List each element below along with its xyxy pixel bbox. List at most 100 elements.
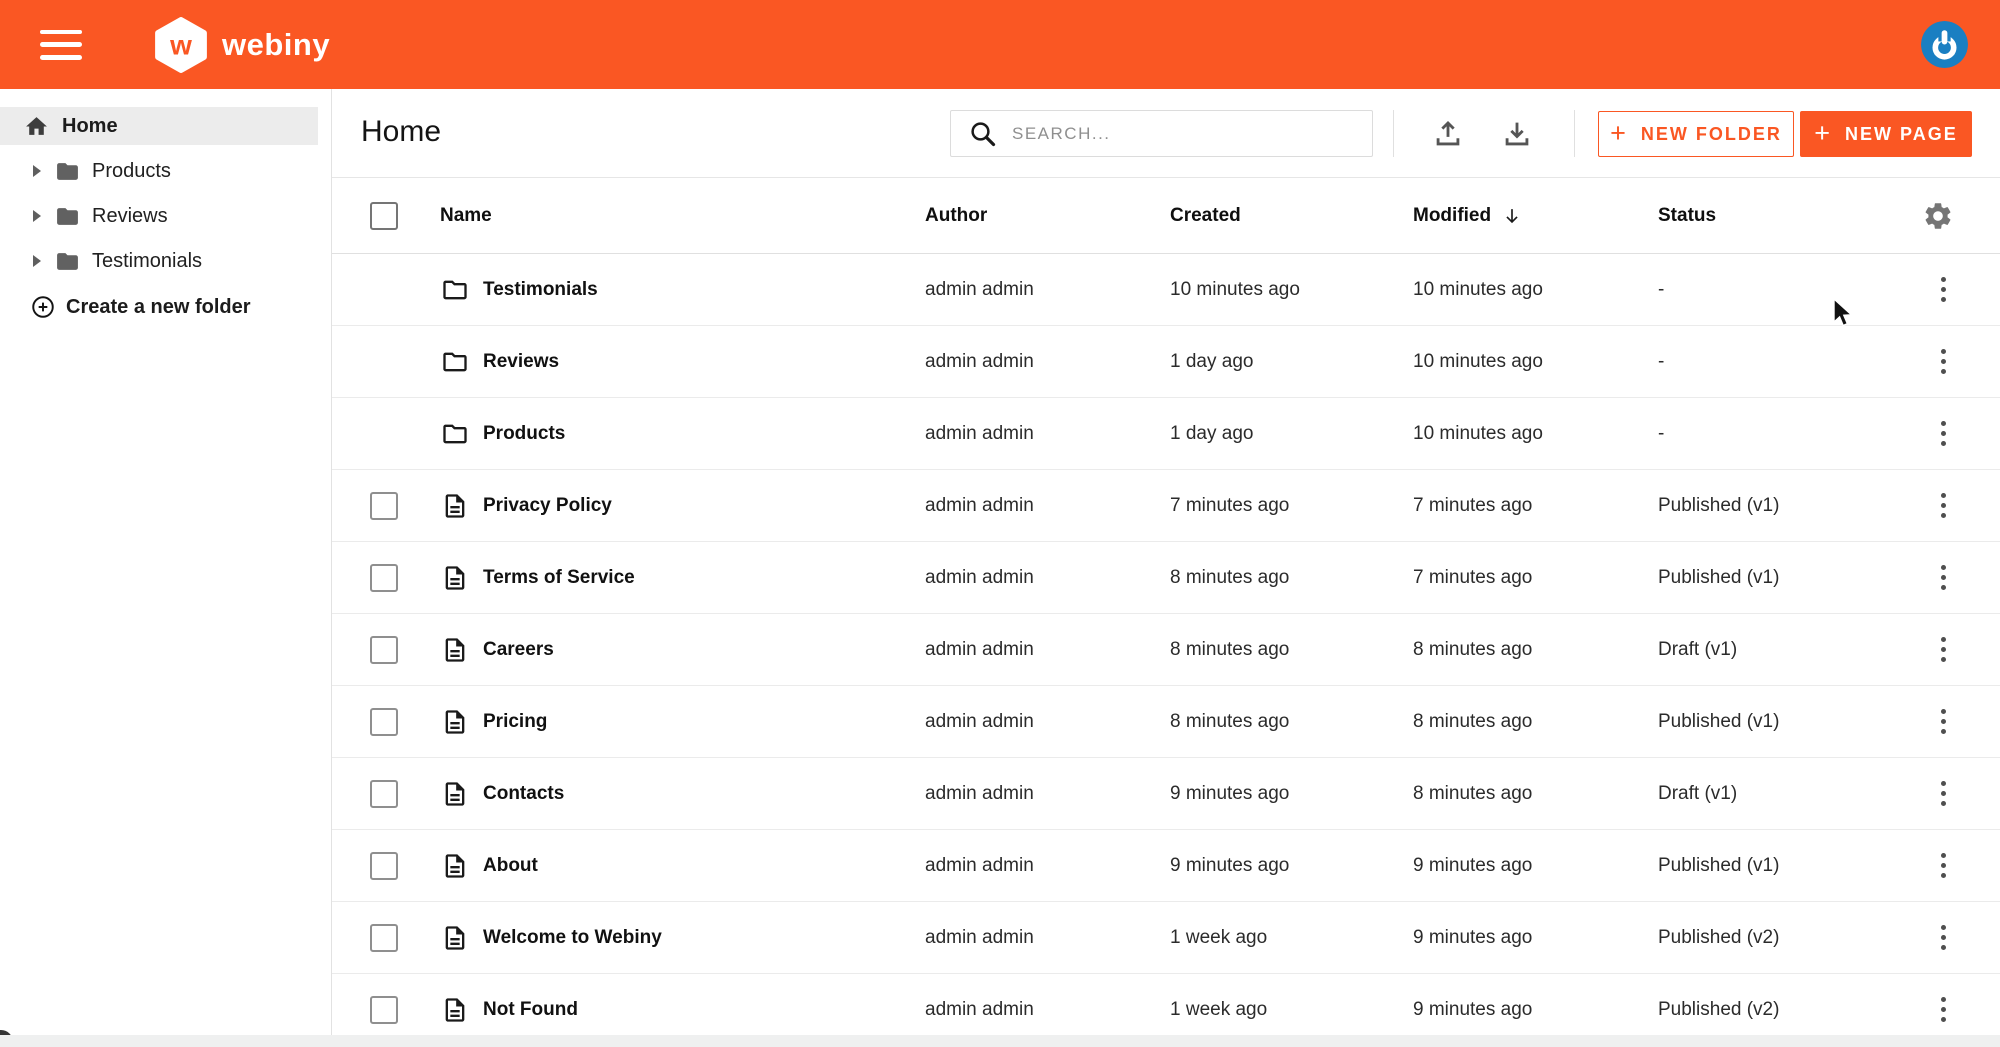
sidebar-item-home[interactable]: Home — [0, 107, 318, 145]
row-author: admin admin — [925, 927, 1034, 949]
chevron-right-icon[interactable] — [33, 210, 41, 222]
row-menu-button[interactable] — [1930, 994, 1956, 1026]
column-header-author[interactable]: Author — [925, 205, 987, 227]
brand-wordmark: webiny — [222, 27, 330, 63]
row-checkbox[interactable] — [370, 852, 398, 880]
row-menu-button[interactable] — [1930, 490, 1956, 522]
table-row-page[interactable]: Welcome to Webiny admin admin 1 week ago… — [332, 902, 2000, 974]
row-checkbox[interactable] — [370, 780, 398, 808]
row-created: 8 minutes ago — [1170, 639, 1289, 661]
table-header: Name Author Created Modified Status — [332, 177, 2000, 254]
table-row-page[interactable]: Not Found admin admin 1 week ago 9 minut… — [332, 974, 2000, 1035]
row-modified: 10 minutes ago — [1413, 423, 1543, 445]
row-checkbox[interactable] — [370, 636, 398, 664]
table-row-page[interactable]: About admin admin 9 minutes ago 9 minute… — [332, 830, 2000, 902]
row-menu-button[interactable] — [1930, 346, 1956, 378]
export-button[interactable] — [1499, 117, 1535, 151]
main-content: Home + NEW FOLDER + NEW PAGE Name Author… — [332, 89, 2000, 1035]
row-name[interactable]: Reviews — [483, 351, 559, 373]
row-name[interactable]: Careers — [483, 639, 554, 661]
new-folder-button-label: NEW FOLDER — [1641, 124, 1782, 145]
row-checkbox[interactable] — [370, 708, 398, 736]
column-header-status[interactable]: Status — [1658, 205, 1716, 227]
row-checkbox[interactable] — [370, 924, 398, 952]
row-name[interactable]: Terms of Service — [483, 567, 635, 589]
new-page-button[interactable]: + NEW PAGE — [1800, 111, 1972, 157]
circle-plus-icon — [30, 294, 56, 320]
page-icon — [441, 924, 469, 952]
row-name[interactable]: Contacts — [483, 783, 564, 805]
create-new-folder-button[interactable]: Create a new folder — [0, 288, 318, 326]
column-header-modified-label: Modified — [1413, 205, 1491, 227]
table-row-folder[interactable]: Testimonials admin admin 10 minutes ago … — [332, 254, 2000, 326]
table-row-page[interactable]: Pricing admin admin 8 minutes ago 8 minu… — [332, 686, 2000, 758]
page-title: Home — [361, 115, 441, 149]
row-author: admin admin — [925, 999, 1034, 1021]
row-checkbox[interactable] — [370, 996, 398, 1024]
page-icon — [441, 492, 469, 520]
menu-icon[interactable] — [40, 30, 82, 60]
table-row-page[interactable]: Contacts admin admin 9 minutes ago 8 min… — [332, 758, 2000, 830]
row-status: Published (v1) — [1658, 711, 1779, 733]
row-menu-button[interactable] — [1930, 706, 1956, 738]
import-button[interactable] — [1430, 117, 1466, 151]
row-created: 10 minutes ago — [1170, 279, 1300, 301]
row-author: admin admin — [925, 639, 1034, 661]
row-name[interactable]: Products — [483, 423, 565, 445]
table-row-folder[interactable]: Products admin admin 1 day ago 10 minute… — [332, 398, 2000, 470]
row-modified: 10 minutes ago — [1413, 279, 1543, 301]
column-header-name[interactable]: Name — [440, 205, 492, 227]
page-icon — [441, 996, 469, 1024]
row-name[interactable]: About — [483, 855, 538, 877]
row-menu-button[interactable] — [1930, 562, 1956, 594]
row-name[interactable]: Not Found — [483, 999, 578, 1021]
table-row-page[interactable]: Careers admin admin 8 minutes ago 8 minu… — [332, 614, 2000, 686]
plus-icon: + — [1814, 120, 1832, 147]
row-author: admin admin — [925, 279, 1034, 301]
row-author: admin admin — [925, 495, 1034, 517]
row-menu-button[interactable] — [1930, 418, 1956, 450]
sidebar-item-testimonials[interactable]: Testimonials — [0, 242, 318, 280]
column-header-modified[interactable]: Modified — [1413, 205, 1523, 227]
table-row-page[interactable]: Terms of Service admin admin 8 minutes a… — [332, 542, 2000, 614]
row-status: Published (v1) — [1658, 855, 1779, 877]
webiny-logo[interactable]: w webiny — [154, 16, 330, 74]
row-checkbox[interactable] — [370, 492, 398, 520]
row-menu-button[interactable] — [1930, 634, 1956, 666]
row-menu-button[interactable] — [1930, 274, 1956, 306]
row-name[interactable]: Privacy Policy — [483, 495, 612, 517]
row-menu-button[interactable] — [1930, 922, 1956, 954]
table-body: Testimonials admin admin 10 minutes ago … — [332, 254, 2000, 1035]
row-modified: 7 minutes ago — [1413, 495, 1532, 517]
chevron-right-icon[interactable] — [33, 165, 41, 177]
row-modified: 10 minutes ago — [1413, 351, 1543, 373]
new-folder-button[interactable]: + NEW FOLDER — [1598, 111, 1794, 157]
search-input[interactable] — [1012, 111, 1372, 156]
table-row-folder[interactable]: Reviews admin admin 1 day ago 10 minutes… — [332, 326, 2000, 398]
row-author: admin admin — [925, 351, 1034, 373]
row-menu-button[interactable] — [1930, 850, 1956, 882]
sidebar-folder-label: Testimonials — [92, 250, 202, 273]
row-created: 8 minutes ago — [1170, 567, 1289, 589]
row-author: admin admin — [925, 423, 1034, 445]
row-status: Published (v2) — [1658, 999, 1779, 1021]
sidebar-item-reviews[interactable]: Reviews — [0, 197, 318, 235]
row-menu-button[interactable] — [1930, 778, 1956, 810]
row-name[interactable]: Pricing — [483, 711, 547, 733]
row-name[interactable]: Welcome to Webiny — [483, 927, 662, 949]
sidebar-item-products[interactable]: Products — [0, 152, 318, 190]
chevron-right-icon[interactable] — [33, 255, 41, 267]
row-created: 9 minutes ago — [1170, 855, 1289, 877]
column-header-created[interactable]: Created — [1170, 205, 1241, 227]
row-status: Published (v2) — [1658, 927, 1779, 949]
page-icon — [441, 564, 469, 592]
select-all-checkbox[interactable] — [370, 202, 398, 230]
row-created: 1 day ago — [1170, 423, 1253, 445]
user-avatar[interactable] — [1921, 21, 1968, 68]
table-row-page[interactable]: Privacy Policy admin admin 7 minutes ago… — [332, 470, 2000, 542]
upload-icon — [1431, 117, 1465, 151]
table-settings-gear-icon[interactable] — [1922, 200, 1954, 232]
folder-icon — [441, 420, 469, 448]
row-name[interactable]: Testimonials — [483, 279, 598, 301]
row-checkbox[interactable] — [370, 564, 398, 592]
